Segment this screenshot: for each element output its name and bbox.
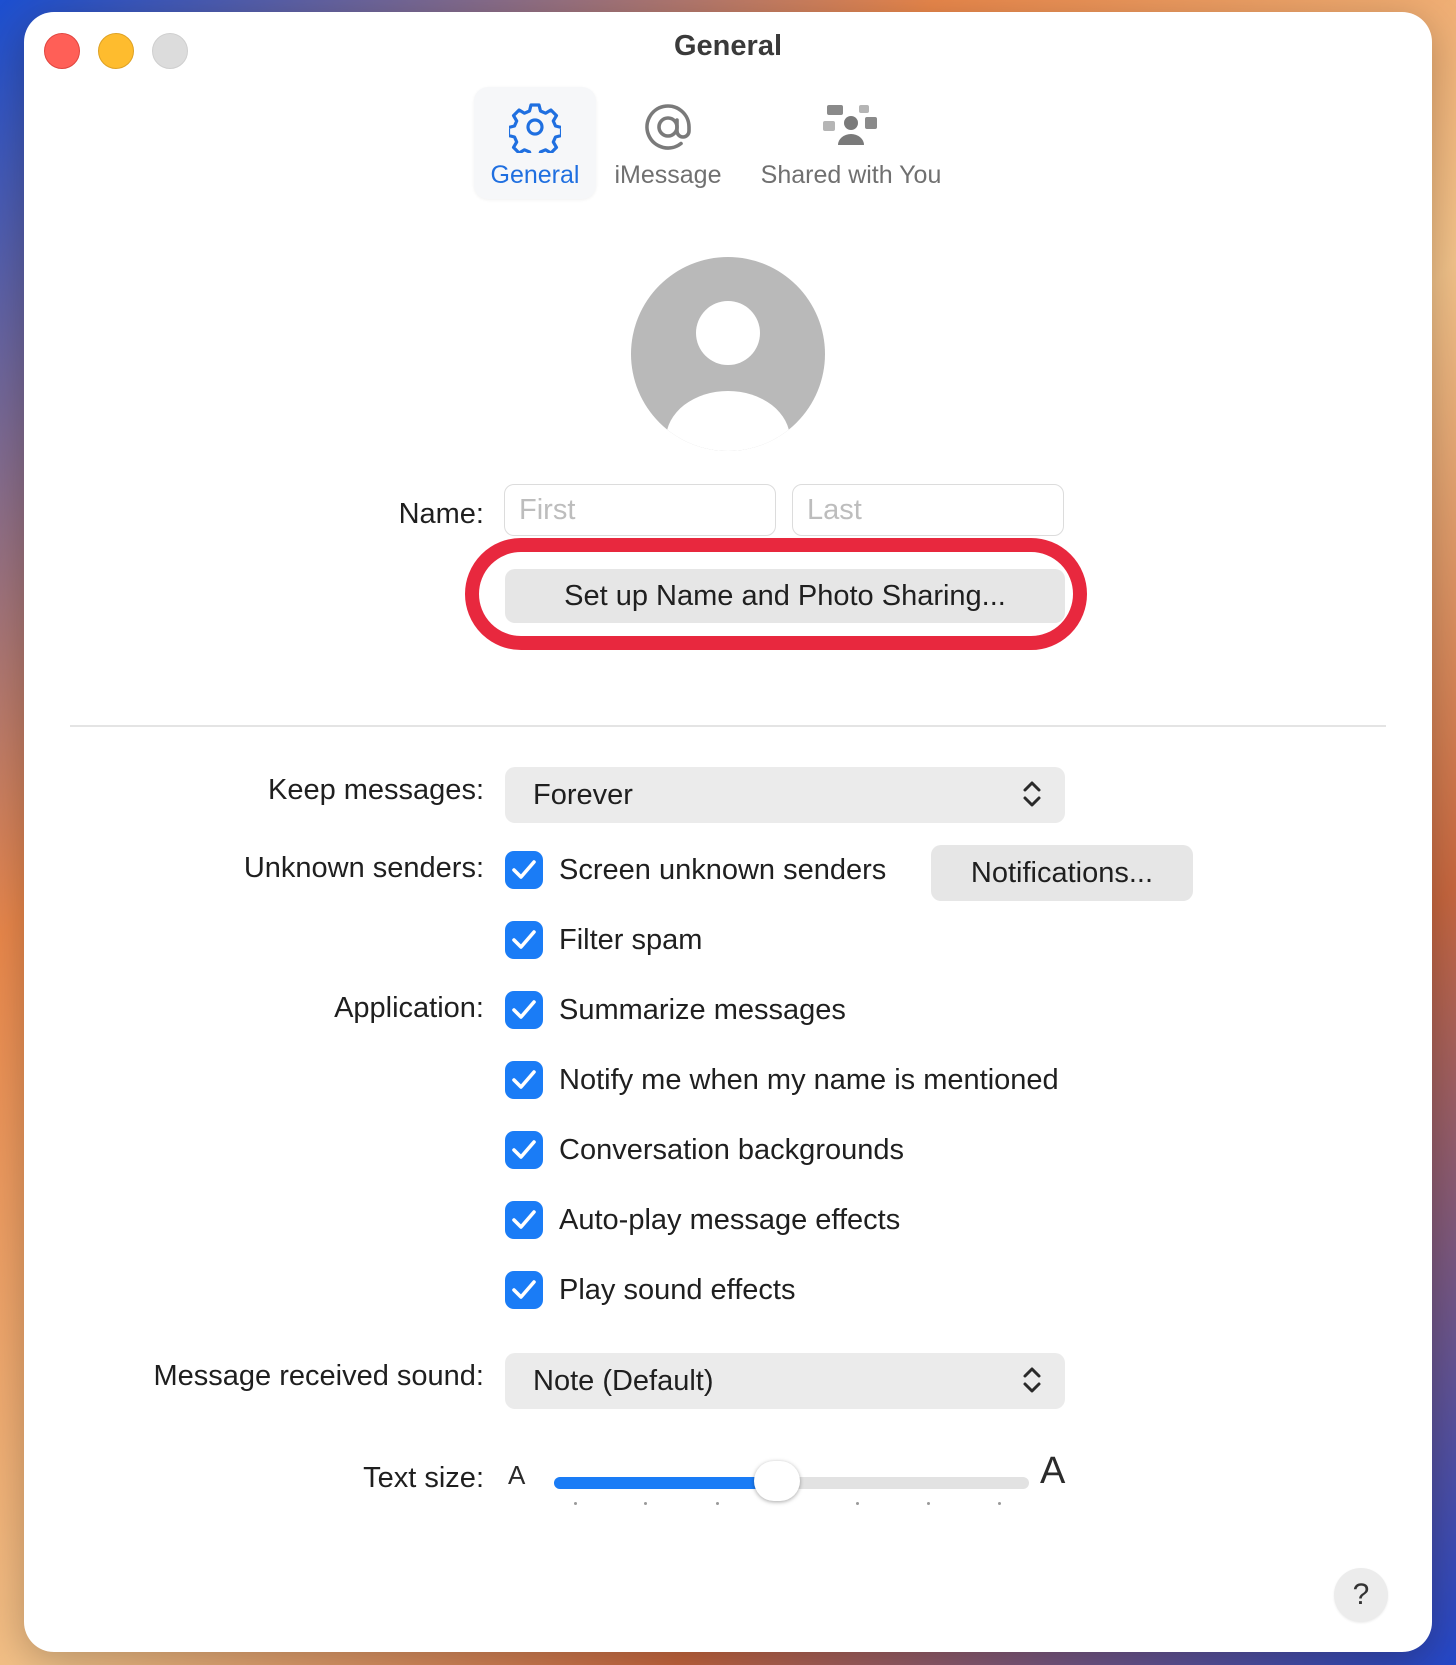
gear-icon [509, 95, 561, 159]
chevron-up-down-icon [1021, 779, 1043, 817]
slider-tick [927, 1502, 930, 1505]
screen-unknown-senders-checkbox[interactable] [505, 851, 543, 889]
help-button[interactable]: ? [1334, 1568, 1388, 1622]
filter-spam-checkbox[interactable] [505, 921, 543, 959]
conversation-backgrounds-row[interactable]: Conversation backgrounds [505, 1130, 904, 1170]
first-name-field[interactable] [504, 484, 776, 536]
received-sound-value: Note (Default) [533, 1364, 714, 1397]
checkmark-icon [512, 1140, 536, 1159]
slider-tick [716, 1502, 719, 1505]
received-sound-label: Message received sound: [153, 1360, 484, 1392]
tab-shared-with-you-label: Shared with You [760, 161, 942, 189]
slider-tick [856, 1502, 859, 1505]
text-size-label: Text size: [363, 1462, 484, 1494]
play-sound-effects-text: Play sound effects [559, 1273, 796, 1306]
play-sound-effects-checkbox[interactable] [505, 1271, 543, 1309]
keep-messages-value: Forever [533, 778, 633, 811]
notifications-button[interactable]: Notifications... [931, 845, 1193, 901]
checkmark-icon [512, 1070, 536, 1089]
checkmark-icon [512, 1210, 536, 1229]
name-label: Name: [398, 498, 484, 530]
window-title: General [674, 30, 782, 62]
last-name-field[interactable] [792, 484, 1064, 536]
play-sound-effects-row[interactable]: Play sound effects [505, 1270, 795, 1310]
summarize-messages-checkbox[interactable] [505, 991, 543, 1029]
at-sign-icon [641, 95, 695, 159]
checkmark-icon [512, 1000, 536, 1019]
tab-general-label: General [490, 161, 580, 189]
checkmark-icon [512, 930, 536, 949]
tab-imessage[interactable]: iMessage [606, 87, 730, 199]
small-text-glyph: A [508, 1460, 526, 1490]
slider-fill [554, 1477, 778, 1489]
screen-unknown-senders-row[interactable]: Screen unknown senders [505, 850, 886, 890]
notify-mention-text: Notify me when my name is mentioned [559, 1063, 1059, 1096]
checkmark-icon [512, 1280, 536, 1299]
checkmark-icon [512, 860, 536, 879]
auto-play-effects-row[interactable]: Auto-play message effects [505, 1200, 900, 1240]
tab-shared-with-you[interactable]: Shared with You [746, 87, 956, 199]
keep-messages-popup[interactable]: Forever [505, 767, 1065, 823]
keep-messages-label: Keep messages: [267, 774, 484, 806]
person-icon [666, 301, 790, 451]
large-text-glyph: A [1040, 1450, 1066, 1492]
conversation-backgrounds-checkbox[interactable] [505, 1131, 543, 1169]
conversation-backgrounds-text: Conversation backgrounds [559, 1133, 904, 1166]
tab-imessage-label: iMessage [614, 161, 722, 189]
filter-spam-row[interactable]: Filter spam [505, 920, 702, 960]
text-size-slider-thumb[interactable] [754, 1461, 801, 1501]
chevron-up-down-icon [1021, 1365, 1043, 1403]
screen-unknown-senders-text: Screen unknown senders [559, 853, 887, 886]
received-sound-popup[interactable]: Note (Default) [505, 1353, 1065, 1409]
preferences-window: General General iMessage Shared with You… [24, 12, 1432, 1652]
auto-play-effects-checkbox[interactable] [505, 1201, 543, 1239]
profile-avatar[interactable] [631, 257, 825, 451]
section-divider [70, 725, 1386, 727]
notify-mention-checkbox[interactable] [505, 1061, 543, 1099]
notify-mention-row[interactable]: Notify me when my name is mentioned [505, 1060, 1059, 1100]
slider-tick [574, 1502, 577, 1505]
shared-with-you-icon [821, 95, 881, 159]
name-photo-sharing-button[interactable]: Set up Name and Photo Sharing... [505, 569, 1065, 623]
application-label: Application: [334, 992, 484, 1024]
filter-spam-text: Filter spam [559, 923, 703, 956]
unknown-senders-label: Unknown senders: [243, 852, 484, 884]
slider-tick [644, 1502, 647, 1505]
auto-play-effects-text: Auto-play message effects [559, 1203, 901, 1236]
slider-tick [998, 1502, 1001, 1505]
tab-general[interactable]: General [474, 87, 596, 199]
summarize-messages-text: Summarize messages [559, 993, 846, 1026]
summarize-messages-row[interactable]: Summarize messages [505, 990, 846, 1030]
